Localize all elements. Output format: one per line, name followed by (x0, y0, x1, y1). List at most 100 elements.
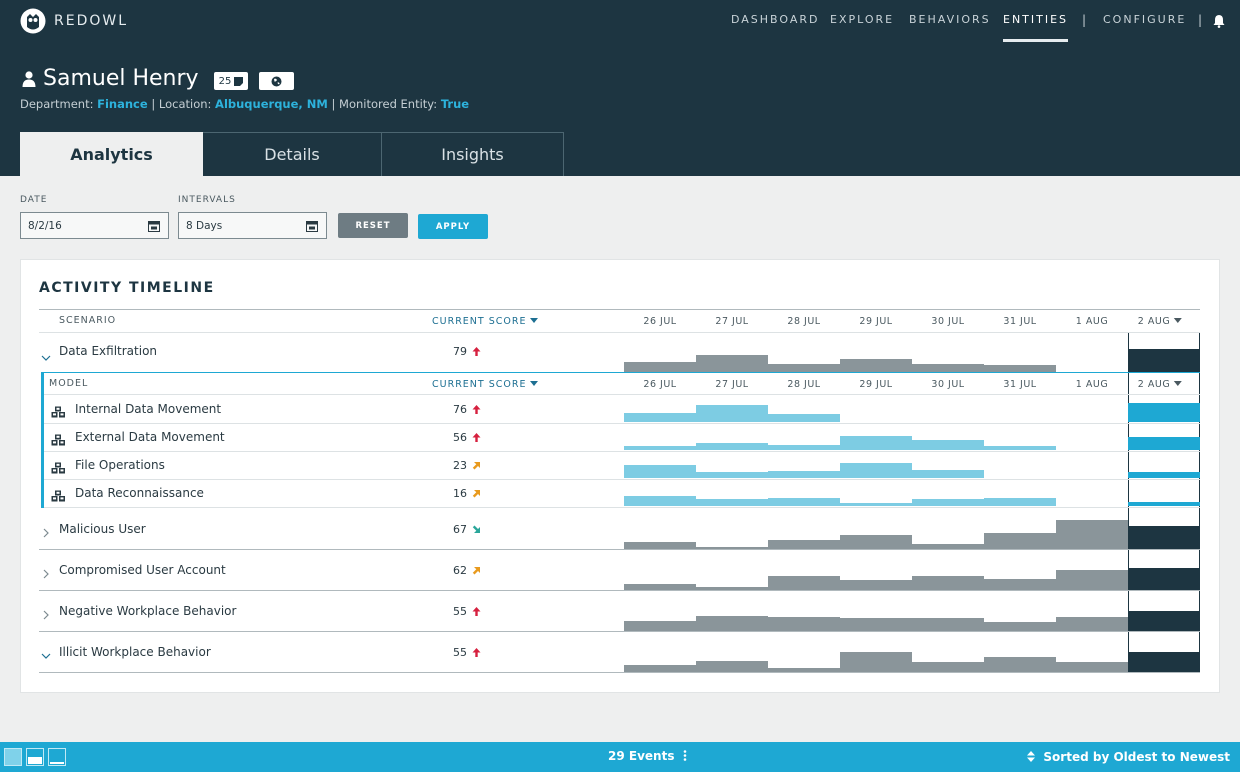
scenario-activity-bar[interactable] (1056, 617, 1128, 631)
department-value[interactable]: Finance (97, 97, 148, 111)
model-activity-bar[interactable] (696, 405, 768, 422)
model-activity-bar[interactable] (768, 498, 840, 506)
reset-button[interactable]: RESET (338, 213, 408, 238)
model-activity-bar[interactable] (840, 436, 912, 450)
monitored-value[interactable]: True (441, 97, 469, 111)
model-name[interactable]: File Operations (75, 458, 165, 472)
tab-insights[interactable]: Insights (382, 132, 564, 176)
model-activity-bar[interactable] (624, 413, 696, 422)
chevron-down-icon[interactable] (41, 348, 51, 361)
scenario-activity-bar[interactable] (840, 359, 912, 372)
date-header-7[interactable]: 2 AUG (1138, 379, 1183, 390)
model-activity-bar[interactable] (840, 503, 912, 506)
scenario-activity-bar[interactable] (768, 617, 840, 631)
scenario-name[interactable]: Malicious User (59, 522, 146, 536)
model-activity-bar[interactable] (624, 465, 696, 478)
chevron-right-icon[interactable] (41, 523, 51, 538)
model-activity-bar[interactable] (912, 440, 984, 450)
view-split-icon[interactable] (26, 748, 44, 766)
chevron-right-icon[interactable] (41, 605, 51, 620)
location-value[interactable]: Albuquerque, NM (215, 97, 328, 111)
date-header-7[interactable]: 2 AUG (1138, 316, 1183, 327)
model-activity-selected-bar[interactable] (1128, 437, 1200, 450)
notifications-bell-icon[interactable] (1212, 14, 1226, 28)
model-name[interactable]: External Data Movement (75, 430, 225, 444)
view-full-icon[interactable] (4, 748, 22, 766)
intervals-input[interactable]: 8 Days (178, 212, 327, 239)
model-name[interactable]: Data Reconnaissance (75, 486, 204, 500)
nav-explore[interactable]: EXPLORE (830, 0, 894, 42)
model-activity-bar[interactable] (624, 496, 696, 506)
nav-configure[interactable]: CONFIGURE (1103, 0, 1186, 42)
scenario-activity-bar[interactable] (840, 652, 912, 672)
scenario-activity-bar[interactable] (984, 365, 1056, 372)
scenario-activity-selected-bar[interactable] (1128, 349, 1200, 372)
model-activity-bar[interactable] (984, 498, 1056, 506)
model-activity-bar[interactable] (696, 472, 768, 478)
tab-details[interactable]: Details (203, 132, 382, 176)
scenario-activity-bar[interactable] (984, 622, 1056, 631)
scenario-activity-bar[interactable] (912, 364, 984, 372)
scenario-activity-selected-bar[interactable] (1128, 611, 1200, 631)
model-activity-bar[interactable] (768, 471, 840, 478)
model-activity-bar[interactable] (768, 414, 840, 422)
model-activity-bar[interactable] (912, 499, 984, 506)
scenario-activity-bar[interactable] (912, 576, 984, 590)
scenario-activity-selected-bar[interactable] (1128, 652, 1200, 672)
scenario-name[interactable]: Compromised User Account (59, 563, 226, 577)
model-name[interactable]: Internal Data Movement (75, 402, 221, 416)
sort-order[interactable]: Sorted by Oldest to Newest (1027, 750, 1230, 764)
scenario-activity-bar[interactable] (912, 618, 984, 631)
chevron-down-icon[interactable] (41, 646, 51, 659)
scenario-activity-bar[interactable] (840, 580, 912, 590)
model-activity-bar[interactable] (840, 463, 912, 478)
scenario-activity-selected-bar[interactable] (1128, 568, 1200, 590)
scenario-activity-bar[interactable] (624, 621, 696, 631)
calendar-icon[interactable] (306, 220, 318, 232)
model-activity-selected-bar[interactable] (1128, 502, 1200, 506)
scenario-activity-bar[interactable] (1056, 520, 1128, 549)
scenario-activity-bar[interactable] (696, 661, 768, 672)
model-activity-bar[interactable] (984, 446, 1056, 450)
model-activity-bar[interactable] (624, 446, 696, 450)
brand-logo[interactable]: REDOWL (20, 8, 128, 34)
scenario-activity-bar[interactable] (840, 535, 912, 549)
date-input[interactable]: 8/2/16 (20, 212, 169, 239)
scenario-activity-bar[interactable] (696, 616, 768, 631)
events-count[interactable]: 29 Events (608, 749, 687, 763)
nav-dashboard[interactable]: DASHBOARD (731, 0, 820, 42)
scenario-activity-bar[interactable] (1056, 570, 1128, 590)
scenario-activity-bar[interactable] (984, 657, 1056, 672)
nav-entities[interactable]: ENTITIES (1003, 0, 1069, 42)
scenario-activity-selected-bar[interactable] (1128, 526, 1200, 549)
scenario-activity-bar[interactable] (696, 355, 768, 372)
chevron-right-icon[interactable] (41, 564, 51, 579)
notes-count-badge[interactable]: 25 (214, 72, 248, 90)
scenario-activity-bar[interactable] (624, 362, 696, 372)
current-score-sort[interactable]: CURRENT SCORE (432, 316, 539, 327)
scenario-name[interactable]: Negative Workplace Behavior (59, 604, 236, 618)
scenario-activity-bar[interactable] (768, 576, 840, 590)
model-activity-selected-bar[interactable] (1128, 403, 1200, 422)
scenario-activity-bar[interactable] (840, 618, 912, 631)
more-vertical-icon[interactable] (683, 750, 687, 761)
scenario-activity-bar[interactable] (1056, 662, 1128, 672)
model-activity-bar[interactable] (696, 443, 768, 450)
apply-button[interactable]: APPLY (418, 214, 488, 239)
scenario-activity-bar[interactable] (984, 533, 1056, 549)
model-activity-bar[interactable] (912, 470, 984, 478)
tab-analytics[interactable]: Analytics (20, 132, 203, 176)
model-activity-bar[interactable] (768, 445, 840, 450)
model-activity-selected-bar[interactable] (1128, 472, 1200, 478)
model-activity-bar[interactable] (696, 499, 768, 506)
nav-behaviors[interactable]: BEHAVIORS (909, 0, 991, 42)
scenario-activity-bar[interactable] (768, 364, 840, 372)
scenario-activity-bar[interactable] (624, 665, 696, 672)
calendar-icon[interactable] (148, 220, 160, 232)
scenario-activity-bar[interactable] (984, 579, 1056, 590)
scenario-name[interactable]: Data Exfiltration (59, 344, 157, 358)
current-score-sort[interactable]: CURRENT SCORE (432, 379, 539, 390)
globe-badge[interactable] (259, 72, 294, 90)
view-bottom-icon[interactable] (48, 748, 66, 766)
scenario-name[interactable]: Illicit Workplace Behavior (59, 645, 211, 659)
